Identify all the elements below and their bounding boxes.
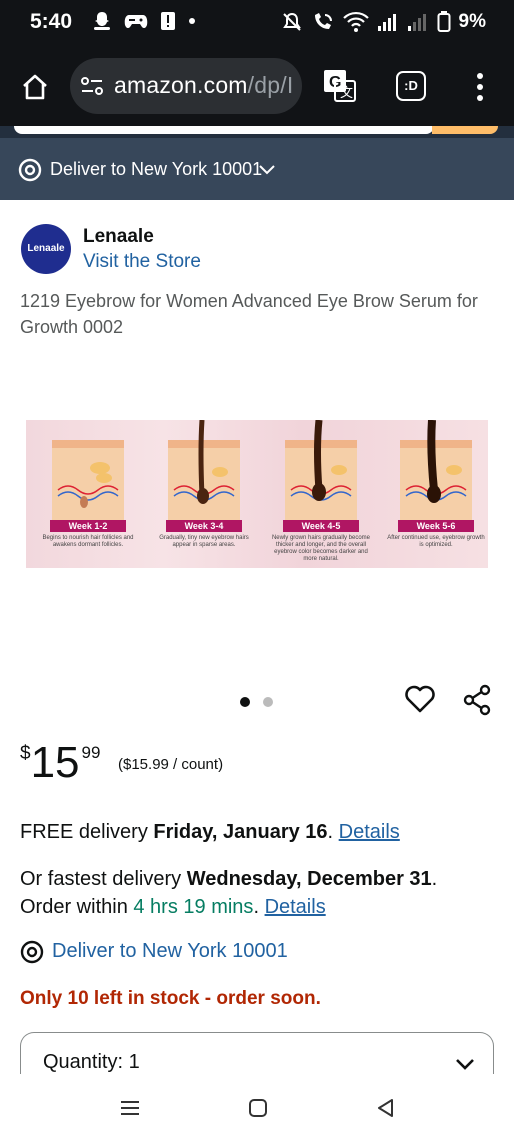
home-nav-icon[interactable] — [246, 1098, 270, 1118]
growth-stage: Week 5-6 After continued use, eyebrow gr… — [386, 420, 486, 568]
brand-logo[interactable]: Lenaale — [21, 224, 71, 274]
free-delivery-line: FREE delivery Friday, January 16. Detail… — [20, 821, 400, 844]
url-text: amazon.com/dp/I — [114, 72, 293, 99]
chevron-down-icon — [456, 1059, 474, 1070]
recent-apps-icon[interactable] — [118, 1098, 142, 1118]
free-delivery-suffix: . — [327, 821, 339, 843]
stage-description: Gradually, tiny new eyebrow hairs appear… — [159, 535, 249, 548]
status-system-icons: 9% — [281, 11, 486, 33]
stage-label: Week 1-2 — [50, 520, 126, 532]
skin-illustration — [285, 420, 357, 520]
chevron-down-icon — [259, 165, 275, 175]
signal-icon — [377, 14, 396, 31]
deliver-location-text: Deliver to New York 10001 — [50, 159, 263, 179]
wifi-icon — [342, 11, 369, 32]
fastest-delivery-label: Or fastest delivery — [20, 868, 187, 890]
growth-stage: Week 3-4 Gradually, tiny new eyebrow hai… — [154, 420, 254, 568]
price: $ 15 99 — [20, 738, 100, 788]
price-per-unit: ($15.99 / count) — [118, 756, 224, 773]
price-fraction: 99 — [81, 743, 101, 762]
order-within-line: Order within 4 hrs 19 mins. Details — [20, 896, 326, 919]
more-menu-icon[interactable] — [470, 70, 490, 104]
url-path: /dp/I — [247, 72, 294, 98]
status-bar: 5:40 9% — [0, 0, 514, 48]
product-title: 1219 Eyebrow for Women Advanced Eye Brow… — [20, 291, 478, 337]
location-pin-icon — [20, 940, 44, 964]
fastest-delivery-details-link[interactable]: Details — [265, 896, 326, 918]
search-input[interactable] — [14, 126, 434, 134]
brand-name[interactable]: Lenaale — [83, 226, 154, 248]
free-delivery-details-link[interactable]: Details — [339, 821, 400, 843]
price-whole: 15 — [30, 738, 80, 787]
status-time: 5:40 — [30, 10, 73, 33]
order-within-suffix: . — [253, 896, 265, 918]
dot-icon — [189, 18, 195, 24]
price-symbol: $ — [20, 743, 31, 764]
translate-icon[interactable]: G文 — [323, 69, 357, 103]
visit-store-link[interactable]: Visit the Store — [83, 251, 201, 273]
order-within-label: Order within — [20, 896, 134, 918]
product-image[interactable]: Week 1-2 Begins to nourish hair follicle… — [26, 420, 488, 568]
carousel-dot-active[interactable] — [240, 697, 250, 707]
share-icon[interactable] — [462, 684, 492, 716]
free-delivery-label: FREE delivery — [20, 821, 154, 843]
fastest-delivery-date: Wednesday, December 31 — [186, 868, 432, 890]
game-controller-icon — [124, 15, 148, 29]
growth-stage: Week 4-5 Newly grown hairs gradually bec… — [271, 420, 371, 568]
browser-toolbar: amazon.com/dp/I G文 :D — [0, 48, 514, 126]
location-pin-icon — [18, 158, 42, 182]
site-settings-icon[interactable] — [80, 75, 104, 97]
stage-description: Begins to nourish hair follicles and awa… — [42, 535, 134, 548]
alert-icon — [161, 12, 175, 30]
stage-label: Week 3-4 — [166, 520, 242, 532]
search-button[interactable] — [432, 126, 498, 134]
url-bar[interactable]: amazon.com/dp/I — [70, 58, 302, 114]
home-icon[interactable] — [20, 72, 50, 102]
carousel-dot[interactable] — [263, 697, 273, 707]
battery-icon — [437, 11, 451, 32]
url-host: amazon.com — [114, 72, 248, 98]
free-delivery-date: Friday, January 16 — [153, 821, 328, 843]
stage-label: Week 5-6 — [398, 520, 474, 532]
back-icon[interactable] — [374, 1098, 398, 1118]
deliver-location-bar[interactable]: Deliver to New York 10001 — [0, 138, 514, 200]
status-notification-icons — [92, 11, 196, 31]
quantity-label: Quantity: 1 — [43, 1051, 140, 1073]
fastest-delivery-suffix: . — [431, 868, 438, 890]
skin-illustration — [168, 420, 240, 520]
system-nav-bar — [0, 1074, 514, 1142]
fastest-delivery-line: Or fastest delivery Wednesday, December … — [20, 868, 437, 891]
deliver-to-link[interactable]: Deliver to New York 10001 — [52, 940, 288, 963]
signal-weak-icon — [407, 14, 426, 31]
growth-stage: Week 1-2 Begins to nourish hair follicle… — [38, 420, 138, 568]
heart-icon[interactable] — [404, 684, 436, 714]
battery-percent: 9% — [458, 11, 486, 32]
skin-illustration — [52, 440, 124, 520]
snapchat-icon — [94, 12, 110, 30]
mute-icon — [282, 12, 301, 31]
svg-text:文: 文 — [340, 85, 353, 100]
stage-label: Week 4-5 — [283, 520, 359, 532]
stock-status: Only 10 left in stock - order soon. — [20, 988, 321, 1009]
wifi-calling-icon — [314, 13, 332, 29]
stage-description: Newly grown hairs gradually become thick… — [271, 535, 371, 562]
order-within-time: 4 hrs 19 mins — [133, 896, 254, 918]
stage-description: After continued use, eyebrow growth is o… — [387, 535, 485, 548]
tab-switcher-button[interactable]: :D — [396, 71, 426, 101]
skin-illustration — [400, 420, 472, 520]
